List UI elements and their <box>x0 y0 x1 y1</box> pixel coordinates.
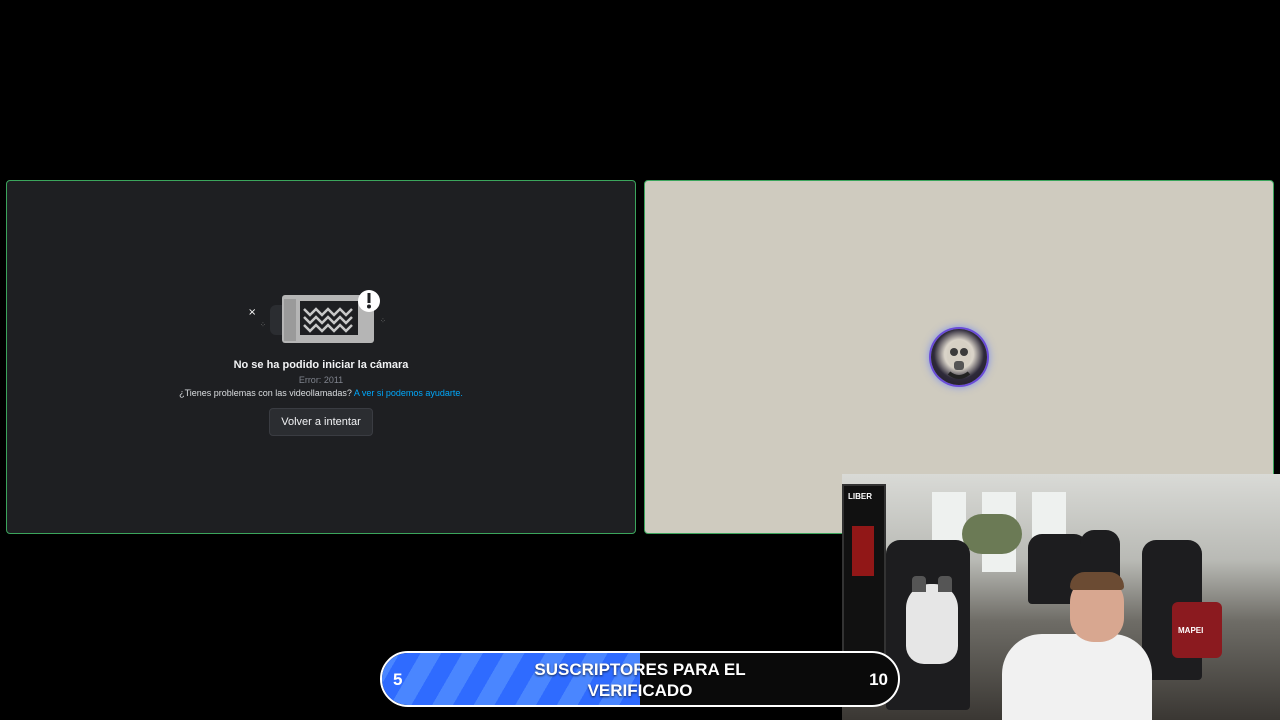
husky-plush <box>906 576 958 664</box>
svg-text:⁘: ⁘ <box>380 317 386 325</box>
goal-label: SUSCRIPTORES PARA EL VERIFICADO <box>534 660 746 700</box>
football-jersey: MAPEI <box>1172 602 1222 658</box>
error-title: No se ha podido iniciar la cámara <box>233 359 409 371</box>
streamer-webcam: LIBER MAPEI <box>842 474 1280 720</box>
subscriber-goal-bar: 5 SUSCRIPTORES PARA EL VERIFICADO 10 <box>380 651 900 707</box>
help-line: ¿Tienes problemas con las videollamadas?… <box>7 388 635 398</box>
drinks-fridge: LIBER <box>842 484 886 678</box>
person <box>1002 634 1152 720</box>
broken-camera-illustration: × ⁘ ⁘ <box>246 287 396 347</box>
gas-mask-avatar-icon <box>947 340 971 379</box>
avatar[interactable] <box>931 329 987 385</box>
svg-text:×: × <box>248 307 256 318</box>
camera-error-panel: × ⁘ ⁘ No se ha podido iniciar la cámara … <box>7 287 635 436</box>
video-tile-camera-error: × ⁘ ⁘ No se ha podido iniciar la cámara … <box>6 180 636 534</box>
error-code: Error: 2011 <box>298 375 344 385</box>
jersey-text: MAPEI <box>1178 626 1204 635</box>
plant <box>962 514 1022 554</box>
help-text: ¿Tienes problemas con las videollamadas? <box>179 388 352 398</box>
help-link[interactable]: A ver si podemos ayudarte. <box>354 388 463 398</box>
goal-current: 5 <box>393 670 403 689</box>
fridge-label: LIBER <box>848 492 872 501</box>
goal-target: 10 <box>869 670 888 689</box>
svg-text:⁘: ⁘ <box>260 321 266 329</box>
retry-button[interactable]: Volver a intentar <box>269 408 373 436</box>
monitor-error-icon: × ⁘ ⁘ <box>248 290 386 343</box>
